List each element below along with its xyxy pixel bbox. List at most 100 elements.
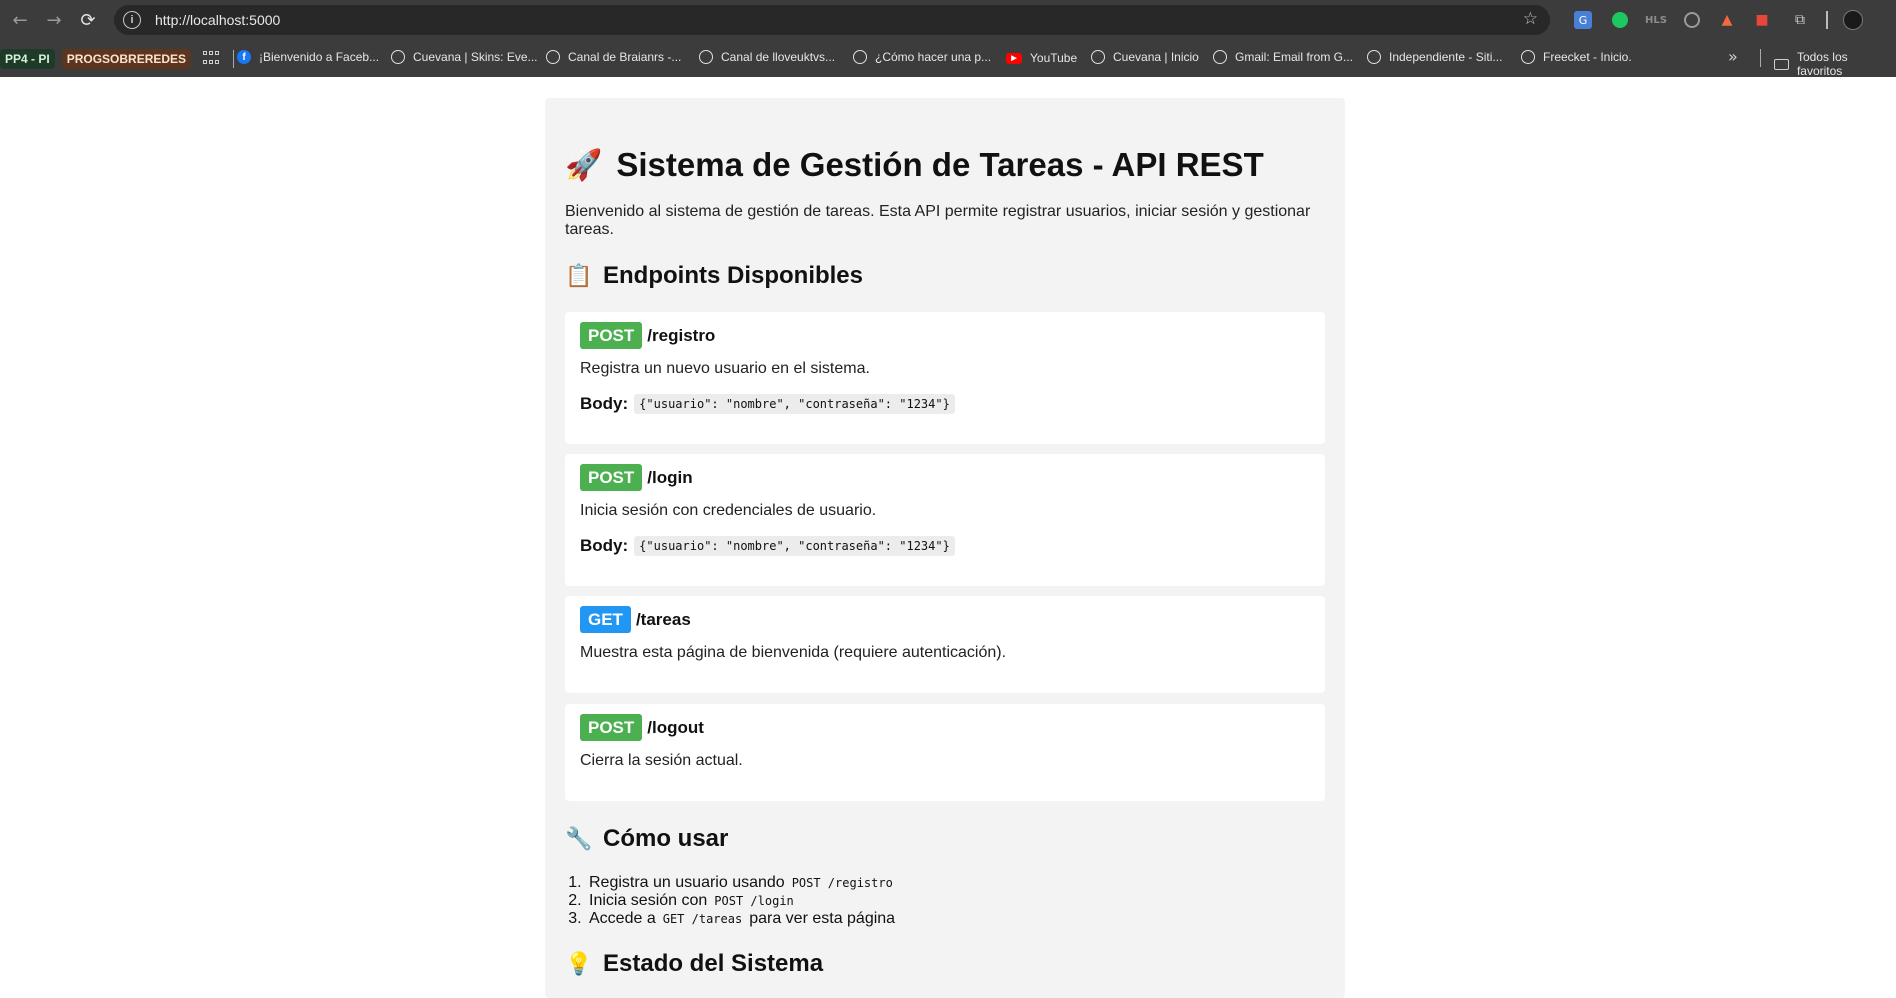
reload-icon[interactable]: ⟳ xyxy=(74,6,102,34)
bookmark-item[interactable]: ▶ YouTube xyxy=(1006,51,1077,65)
globe-icon xyxy=(853,50,867,64)
endpoints-heading-text: Endpoints Disponibles xyxy=(603,262,864,289)
bookmarks-divider xyxy=(1760,49,1761,67)
bookmark-label: ¡Bienvenido a Faceb... xyxy=(259,50,380,64)
method-badge-post: POST xyxy=(580,322,643,349)
page-title-text: Sistema de Gestión de Tareas - API REST xyxy=(616,146,1264,183)
endpoint-path: /login xyxy=(647,467,693,487)
back-icon[interactable]: ← xyxy=(6,6,34,34)
body-code: {"usuario": "nombre", "contraseña": "123… xyxy=(634,394,955,414)
usage-heading: 🔧 Cómo usar xyxy=(565,825,728,853)
more-bookmarks-chevron-icon[interactable]: » xyxy=(1728,47,1738,66)
green-extension-icon[interactable] xyxy=(1609,9,1631,31)
endpoint-path: /logout xyxy=(647,717,704,737)
endpoint-description: Cierra la sesión actual. xyxy=(580,752,743,769)
endpoint-header: POST /logout xyxy=(580,714,704,741)
endpoint-header: POST /registro xyxy=(580,322,715,349)
red-extension-icon[interactable]: ■ xyxy=(1751,9,1773,31)
endpoint-path: /tareas xyxy=(635,609,691,629)
all-bookmarks-label: Todos los favoritos xyxy=(1796,50,1848,78)
bookmark-item[interactable]: Canal de lloveuktvs... xyxy=(699,50,835,64)
orange-extension-icon[interactable]: ▲ xyxy=(1716,9,1738,31)
list-item: Inicia sesión con POST /login xyxy=(586,892,900,910)
endpoint-header: GET /tareas xyxy=(580,606,691,633)
youtube-icon: ▶ xyxy=(1006,52,1022,64)
rocket-icon: 🚀 xyxy=(565,147,603,183)
page-container: 🚀 Sistema de Gestión de Tareas - API RES… xyxy=(545,98,1345,998)
step-code: POST /login xyxy=(714,894,794,908)
bookmark-item[interactable]: Gmail: Email from G... xyxy=(1213,50,1353,64)
endpoint-description: Inicia sesión con credenciales de usuari… xyxy=(580,502,877,519)
page-title: 🚀 Sistema de Gestión de Tareas - API RES… xyxy=(565,146,1264,184)
endpoint-card-login: POST /login Inicia sesión con credencial… xyxy=(565,454,1325,586)
bookmark-item[interactable]: f ¡Bienvenido a Faceb... xyxy=(237,50,379,64)
facebook-icon: f xyxy=(237,50,251,64)
toolbar-divider xyxy=(1826,11,1828,29)
bookmark-label: Cuevana | Skins: Eve... xyxy=(413,50,538,64)
endpoint-card-tareas: GET /tareas Muestra esta página de bienv… xyxy=(565,596,1325,693)
endpoints-heading: 📋 Endpoints Disponibles xyxy=(565,262,863,290)
extensions-puzzle-icon[interactable]: ⧉ xyxy=(1789,9,1811,31)
method-badge-post: POST xyxy=(580,464,643,491)
bookmark-label: Independiente - Siti... xyxy=(1389,50,1503,64)
bookmark-group-pp4[interactable]: PP4 - PI xyxy=(0,48,55,69)
endpoint-description: Muestra esta página de bienvenida (requi… xyxy=(580,644,1007,661)
globe-icon xyxy=(1521,50,1535,64)
site-info-icon[interactable]: i xyxy=(123,11,141,29)
endpoint-card-registro: POST /registro Registra un nuevo usuario… xyxy=(565,312,1325,444)
usage-steps: Registra un usuario usando POST /registro… xyxy=(586,874,900,928)
all-bookmarks-folder[interactable]: Todos los favoritos xyxy=(1774,50,1896,78)
bookmark-item[interactable]: Canal de Braianrs -... xyxy=(546,50,681,64)
bookmark-label: ¿Cómo hacer una p... xyxy=(875,50,992,64)
forward-icon[interactable]: → xyxy=(40,6,68,34)
bookmark-item[interactable]: Cuevana | Inicio xyxy=(1091,50,1199,64)
endpoint-card-logout: POST /logout Cierra la sesión actual. xyxy=(565,704,1325,801)
bookmark-item[interactable]: Cuevana | Skins: Eve... xyxy=(391,50,538,64)
step-text: para ver esta página xyxy=(749,910,896,927)
bookmark-item[interactable]: ¿Cómo hacer una p... xyxy=(853,50,991,64)
bookmarks-divider xyxy=(233,49,235,68)
circle-extension-icon[interactable] xyxy=(1681,9,1703,31)
lightbulb-icon: 💡 xyxy=(565,951,593,977)
folder-icon xyxy=(1774,58,1789,70)
endpoint-body: Body: {"usuario": "nombre", "contraseña"… xyxy=(580,394,955,414)
globe-icon xyxy=(1091,50,1105,64)
endpoint-description: Registra un nuevo usuario en el sistema. xyxy=(580,360,870,377)
clipboard-icon: 📋 xyxy=(565,263,593,289)
endpoint-body: Body: {"usuario": "nombre", "contraseña"… xyxy=(580,536,955,556)
method-badge-get: GET xyxy=(580,606,631,633)
bookmark-group-progsobreredes[interactable]: PROGSOBREREDES xyxy=(61,48,192,69)
step-text: Registra un usuario usando xyxy=(589,874,785,891)
apps-grid-icon[interactable] xyxy=(203,50,220,67)
translate-extension-icon[interactable]: G xyxy=(1574,11,1592,29)
endpoint-header: POST /login xyxy=(580,464,693,491)
globe-icon xyxy=(699,50,713,64)
bookmark-label: Gmail: Email from G... xyxy=(1235,50,1354,64)
globe-icon xyxy=(1367,50,1381,64)
body-label: Body: xyxy=(580,394,629,413)
step-code: POST /registro xyxy=(791,876,893,890)
bookmark-item[interactable]: Freecket - Inicio. xyxy=(1521,50,1632,64)
url-text[interactable]: http://localhost:5000 xyxy=(155,12,280,28)
browser-toolbar: ← → ⟳ i http://localhost:5000 ☆ G HLS ▲ … xyxy=(0,0,1896,40)
step-code: GET /tareas xyxy=(662,912,743,926)
endpoint-path: /registro xyxy=(647,325,716,345)
step-text: Accede a xyxy=(589,910,656,927)
bookmark-star-icon[interactable]: ☆ xyxy=(1523,9,1538,29)
bookmark-label: Freecket - Inicio. xyxy=(1543,50,1632,64)
bookmark-label: Canal de Braianrs -... xyxy=(568,50,682,64)
body-code: {"usuario": "nombre", "contraseña": "123… xyxy=(634,536,955,556)
globe-icon xyxy=(1213,50,1227,64)
globe-icon xyxy=(546,50,560,64)
method-badge-post: POST xyxy=(580,714,643,741)
step-text: Inicia sesión con xyxy=(589,892,708,909)
address-bar[interactable]: i http://localhost:5000 ☆ xyxy=(114,5,1550,35)
bookmark-label: Cuevana | Inicio xyxy=(1113,50,1199,64)
profile-avatar[interactable] xyxy=(1842,9,1864,31)
bookmark-item[interactable]: Independiente - Siti... xyxy=(1367,50,1502,64)
status-heading-text: Estado del Sistema xyxy=(603,950,824,977)
list-item: Registra un usuario usando POST /registro xyxy=(586,874,900,892)
globe-icon xyxy=(391,50,405,64)
hls-extension-icon[interactable]: HLS xyxy=(1644,9,1668,31)
wrench-icon: 🔧 xyxy=(565,826,593,852)
